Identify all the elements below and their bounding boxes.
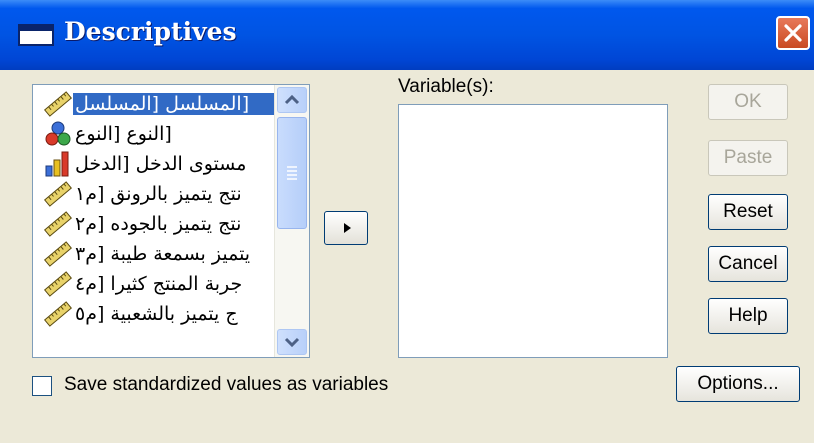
descriptives-dialog: Descriptives [المسلسل [المسلسل [النوع [ا…: [0, 0, 814, 443]
list-item-label: نتج يتميز بالرونق [م١: [75, 183, 242, 205]
nominal-balls-icon: [43, 120, 73, 148]
scroll-up-button[interactable]: [277, 87, 307, 113]
checkbox-label[interactable]: Save standardized values as variables: [64, 374, 388, 396]
ruler-icon: [43, 270, 73, 298]
options-button[interactable]: Options...: [676, 366, 800, 402]
list-item-label: [النوع [النوع: [75, 123, 172, 145]
list-item[interactable]: جربة المنتج كثيرا [م٤: [43, 269, 275, 299]
ok-button[interactable]: OK: [708, 84, 788, 120]
ruler-icon: [43, 210, 73, 238]
chevron-up-icon: [284, 94, 300, 105]
window-icon: [18, 24, 54, 46]
list-item-label: نتج يتميز بالجوده [م٢: [75, 213, 242, 235]
ruler-icon: [43, 240, 73, 268]
list-item-label: جربة المنتج كثيرا [م٤: [75, 273, 243, 295]
close-icon: [784, 24, 802, 42]
ordinal-bars-icon: [43, 150, 73, 178]
list-item[interactable]: يتميز بسمعة طيبة [م٣: [43, 239, 275, 269]
right-arrow-icon: [344, 223, 351, 233]
list-item-label: مستوى الدخل [الدخل: [75, 153, 247, 175]
cancel-button[interactable]: Cancel: [708, 246, 788, 282]
ruler-icon: [43, 90, 73, 118]
list-item-label: ج يتميز بالشعبية [م٥: [75, 303, 238, 325]
list-item[interactable]: نتج يتميز بالرونق [م١: [43, 179, 275, 209]
chevron-down-icon: [284, 337, 300, 348]
ruler-icon: [43, 180, 73, 208]
paste-button[interactable]: Paste: [708, 140, 788, 176]
help-button[interactable]: Help: [708, 298, 788, 334]
list-item-label: يتميز بسمعة طيبة [م٣: [75, 243, 251, 265]
variables-list[interactable]: [398, 104, 668, 358]
vertical-scrollbar[interactable]: [274, 85, 309, 357]
variables-label: Variable(s):: [398, 76, 494, 97]
window-title: Descriptives: [64, 17, 237, 46]
save-standardized-checkbox[interactable]: [32, 376, 52, 396]
title-bar[interactable]: Descriptives: [0, 0, 814, 70]
scroll-thumb[interactable]: [277, 117, 307, 229]
close-button[interactable]: [776, 16, 810, 50]
scroll-down-button[interactable]: [277, 329, 307, 355]
reset-button[interactable]: Reset: [708, 194, 788, 230]
list-item[interactable]: [النوع [النوع: [43, 119, 275, 149]
dialog-body: [المسلسل [المسلسل [النوع [النوع مستوى ال…: [10, 70, 810, 443]
move-right-button[interactable]: [324, 211, 368, 245]
grip-icon: [287, 166, 297, 180]
ruler-icon: [43, 300, 73, 328]
list-item[interactable]: ج يتميز بالشعبية [م٥: [43, 299, 275, 329]
source-variable-list[interactable]: [المسلسل [المسلسل [النوع [النوع مستوى ال…: [32, 84, 310, 358]
list-item[interactable]: مستوى الدخل [الدخل: [43, 149, 275, 179]
list-item-label: [المسلسل [المسلسل: [72, 92, 276, 116]
list-item[interactable]: نتج يتميز بالجوده [م٢: [43, 209, 275, 239]
list-item[interactable]: [المسلسل [المسلسل: [43, 89, 276, 119]
